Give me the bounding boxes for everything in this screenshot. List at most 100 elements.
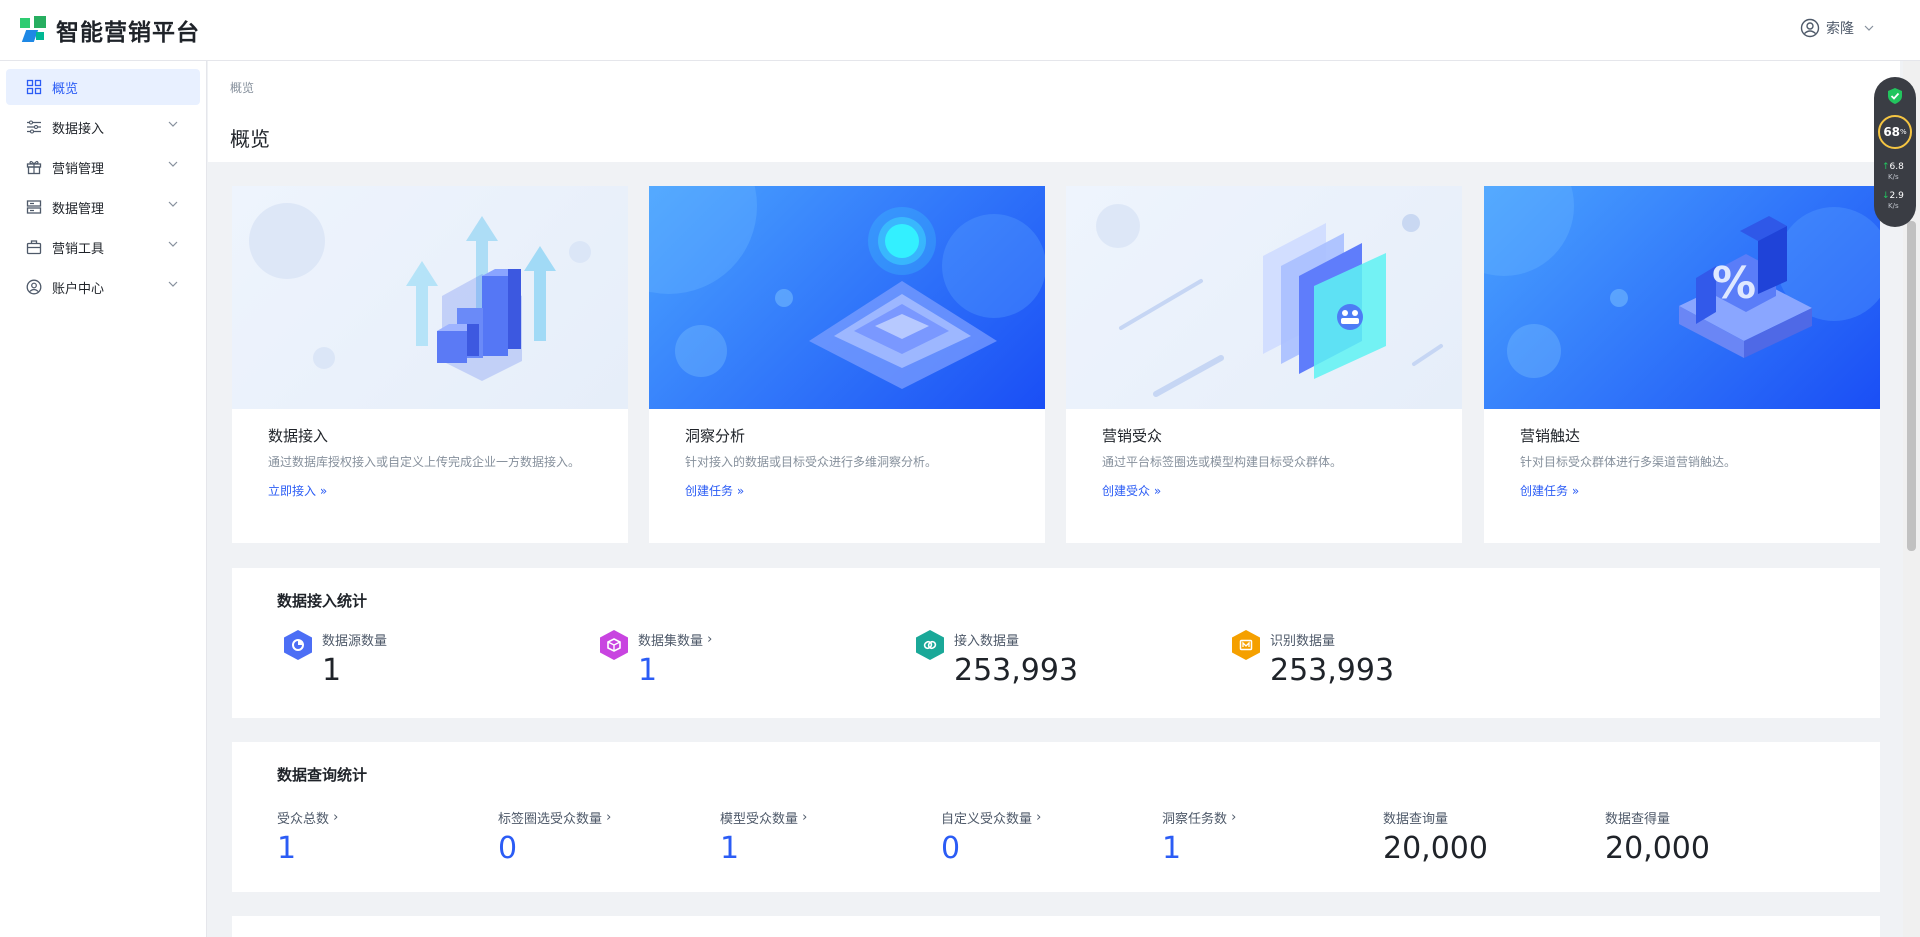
card-description: 通过数据库授权接入或自定义上传完成企业一方数据接入。 xyxy=(268,455,581,469)
chevron-right-icon: › xyxy=(802,810,808,825)
stat-insight-tasks[interactable]: 洞察任务数 › 1 xyxy=(1162,808,1236,866)
scrollbar-thumb[interactable] xyxy=(1907,221,1916,551)
card-title: 营销受众 xyxy=(1102,427,1163,445)
dashboard-icon xyxy=(26,79,42,95)
chevron-down-icon xyxy=(168,161,178,167)
upload-speed: ↑6.8 K/s xyxy=(1882,162,1904,181)
stat-label: 模型受众数量 xyxy=(720,812,799,827)
stat-model-audience[interactable]: 模型受众数量 › 1 xyxy=(720,808,807,866)
stat-value: 20,000 xyxy=(1605,831,1710,866)
stat-value: 20,000 xyxy=(1383,831,1488,866)
stat-label: 数据源数量 xyxy=(322,634,388,649)
logo-icon xyxy=(20,16,48,44)
top-header: 智能营销平台 索隆 xyxy=(0,0,1920,61)
briefcase-icon xyxy=(26,239,42,255)
shield-check-icon xyxy=(1888,88,1902,104)
stat-label: 标签圈选受众数量 xyxy=(498,812,603,827)
create-audience-link[interactable]: 创建受众 » xyxy=(1102,482,1161,499)
stat-dataset-count[interactable]: 数据集数量 › 1 xyxy=(600,630,712,688)
stat-hit-volume: 数据查得量 20,000 xyxy=(1605,808,1710,866)
sidebar: 概览 数据接入 营销管理 数据管理 营销工具 账户中心 xyxy=(0,61,207,937)
stat-value: 1 xyxy=(638,653,658,688)
chevron-right-icon: › xyxy=(333,810,339,825)
stat-custom-audience[interactable]: 自定义受众数量 › 0 xyxy=(941,808,1041,866)
stat-value: 1 xyxy=(277,831,297,866)
sidebar-item-data-ingest[interactable]: 数据接入 xyxy=(6,109,200,145)
stat-label: 接入数据量 xyxy=(954,634,1020,649)
usage-ring: 68% xyxy=(1878,115,1912,149)
sidebar-item-overview[interactable]: 概览 xyxy=(6,69,200,105)
card-description: 通过平台标签圈选或模型构建目标受众群体。 xyxy=(1102,455,1343,469)
panel-title: 数据接入统计 xyxy=(277,592,368,610)
ingest-stats-panel: 数据接入统计 数据源数量 1 数据集数量 › 1 接入数据量 253,993 识… xyxy=(232,568,1880,718)
marketing-reach-illustration: % xyxy=(1484,186,1880,409)
stat-value: 253,993 xyxy=(954,653,1079,688)
query-stats-panel: 数据查询统计 受众总数 › 1 标签圈选受众数量 › 0 模型受众数量 › 1 … xyxy=(232,742,1880,892)
server-icon xyxy=(26,199,42,215)
chevron-right-icon: › xyxy=(1036,810,1042,825)
create-task-link[interactable]: 创建任务 » xyxy=(685,482,744,499)
chevron-right-icon: › xyxy=(707,632,713,647)
sidebar-item-label: 数据接入 xyxy=(52,121,105,137)
stat-label: 数据查得量 xyxy=(1605,812,1671,827)
insight-analysis-illustration xyxy=(649,186,1045,409)
sidebar-item-label: 营销工具 xyxy=(52,241,105,257)
stat-value: 253,993 xyxy=(1270,653,1395,688)
arrow-down-icon: ↓ xyxy=(1882,191,1890,201)
app-logo[interactable]: 智能营销平台 xyxy=(20,13,200,47)
page-header: 概览 概览 xyxy=(208,61,1900,162)
system-monitor-widget[interactable]: 68% ↑6.8 K/s ↓2.9 K/s xyxy=(1874,77,1916,227)
card-title: 营销触达 xyxy=(1520,427,1581,445)
user-circle-icon xyxy=(26,279,42,295)
chevron-down-icon xyxy=(168,201,178,207)
breadcrumb[interactable]: 概览 xyxy=(230,79,254,96)
stat-data-source-count: 数据源数量 1 xyxy=(284,630,387,688)
chevron-down-icon xyxy=(1864,25,1874,31)
stat-ingested-volume: 接入数据量 253,993 xyxy=(916,630,1078,688)
panel-title: 数据查询统计 xyxy=(277,766,368,784)
stat-label: 受众总数 xyxy=(277,812,330,827)
page-title: 概览 xyxy=(230,127,270,151)
ingest-now-link[interactable]: 立即接入 » xyxy=(268,482,327,499)
stat-label: 自定义受众数量 xyxy=(941,812,1033,827)
create-reach-task-link[interactable]: 创建任务 » xyxy=(1520,482,1579,499)
sidebar-item-label: 数据管理 xyxy=(52,201,105,217)
cube-icon xyxy=(600,630,630,664)
card-description: 针对目标受众群体进行多渠道营销触达。 xyxy=(1520,455,1737,469)
user-icon xyxy=(1800,18,1820,38)
user-name: 索隆 xyxy=(1826,21,1854,37)
app-title: 智能营销平台 xyxy=(56,20,200,46)
card-title: 数据接入 xyxy=(268,427,329,445)
stat-label: 洞察任务数 xyxy=(1162,812,1228,827)
feature-card-marketing-audience: 营销受众 通过平台标签圈选或模型构建目标受众群体。 创建受众 » xyxy=(1066,186,1462,543)
list-settings-icon xyxy=(26,119,42,135)
stat-label: 数据集数量 xyxy=(638,634,704,649)
sidebar-item-label: 概览 xyxy=(52,81,79,97)
sidebar-item-data-management[interactable]: 数据管理 xyxy=(6,189,200,225)
usage-percent: 68 xyxy=(1883,125,1901,139)
download-speed: ↓2.9 K/s xyxy=(1882,191,1904,210)
stat-tag-audience[interactable]: 标签圈选受众数量 › 0 xyxy=(498,808,611,866)
sidebar-item-label: 账户中心 xyxy=(52,281,105,297)
stat-label: 数据查询量 xyxy=(1383,812,1449,827)
stat-total-audience[interactable]: 受众总数 › 1 xyxy=(277,808,338,866)
feature-card-insight-analysis: 洞察分析 针对接入的数据或目标受众进行多维洞察分析。 创建任务 » xyxy=(649,186,1045,543)
sidebar-item-account-center[interactable]: 账户中心 xyxy=(6,269,200,305)
pie-chart-icon xyxy=(284,630,314,664)
user-menu[interactable]: 索隆 xyxy=(1800,18,1880,38)
stat-query-volume: 数据查询量 20,000 xyxy=(1383,808,1488,866)
sidebar-item-marketing-tools[interactable]: 营销工具 xyxy=(6,229,200,265)
stat-value: 1 xyxy=(322,653,342,688)
id-card-icon xyxy=(1232,630,1262,664)
marketing-audience-illustration xyxy=(1066,186,1462,409)
stat-identified-volume: 识别数据量 253,993 xyxy=(1232,630,1394,688)
sidebar-item-marketing-management[interactable]: 营销管理 xyxy=(6,149,200,185)
main-content: 概览 概览 数据接入 通过数据库授权接入或自定义上传完成企业一方数据接入。 立即… xyxy=(208,61,1900,937)
data-ingest-illustration xyxy=(232,186,628,409)
arrow-up-icon: ↑ xyxy=(1882,162,1890,172)
stat-value: 0 xyxy=(941,831,961,866)
gift-box-icon xyxy=(26,159,42,175)
stat-value: 1 xyxy=(720,831,740,866)
next-panel xyxy=(232,916,1880,937)
feature-card-marketing-reach: % 营销触达 针对目标受众群体进行多渠道营销触达。 创建任务 » xyxy=(1484,186,1880,543)
